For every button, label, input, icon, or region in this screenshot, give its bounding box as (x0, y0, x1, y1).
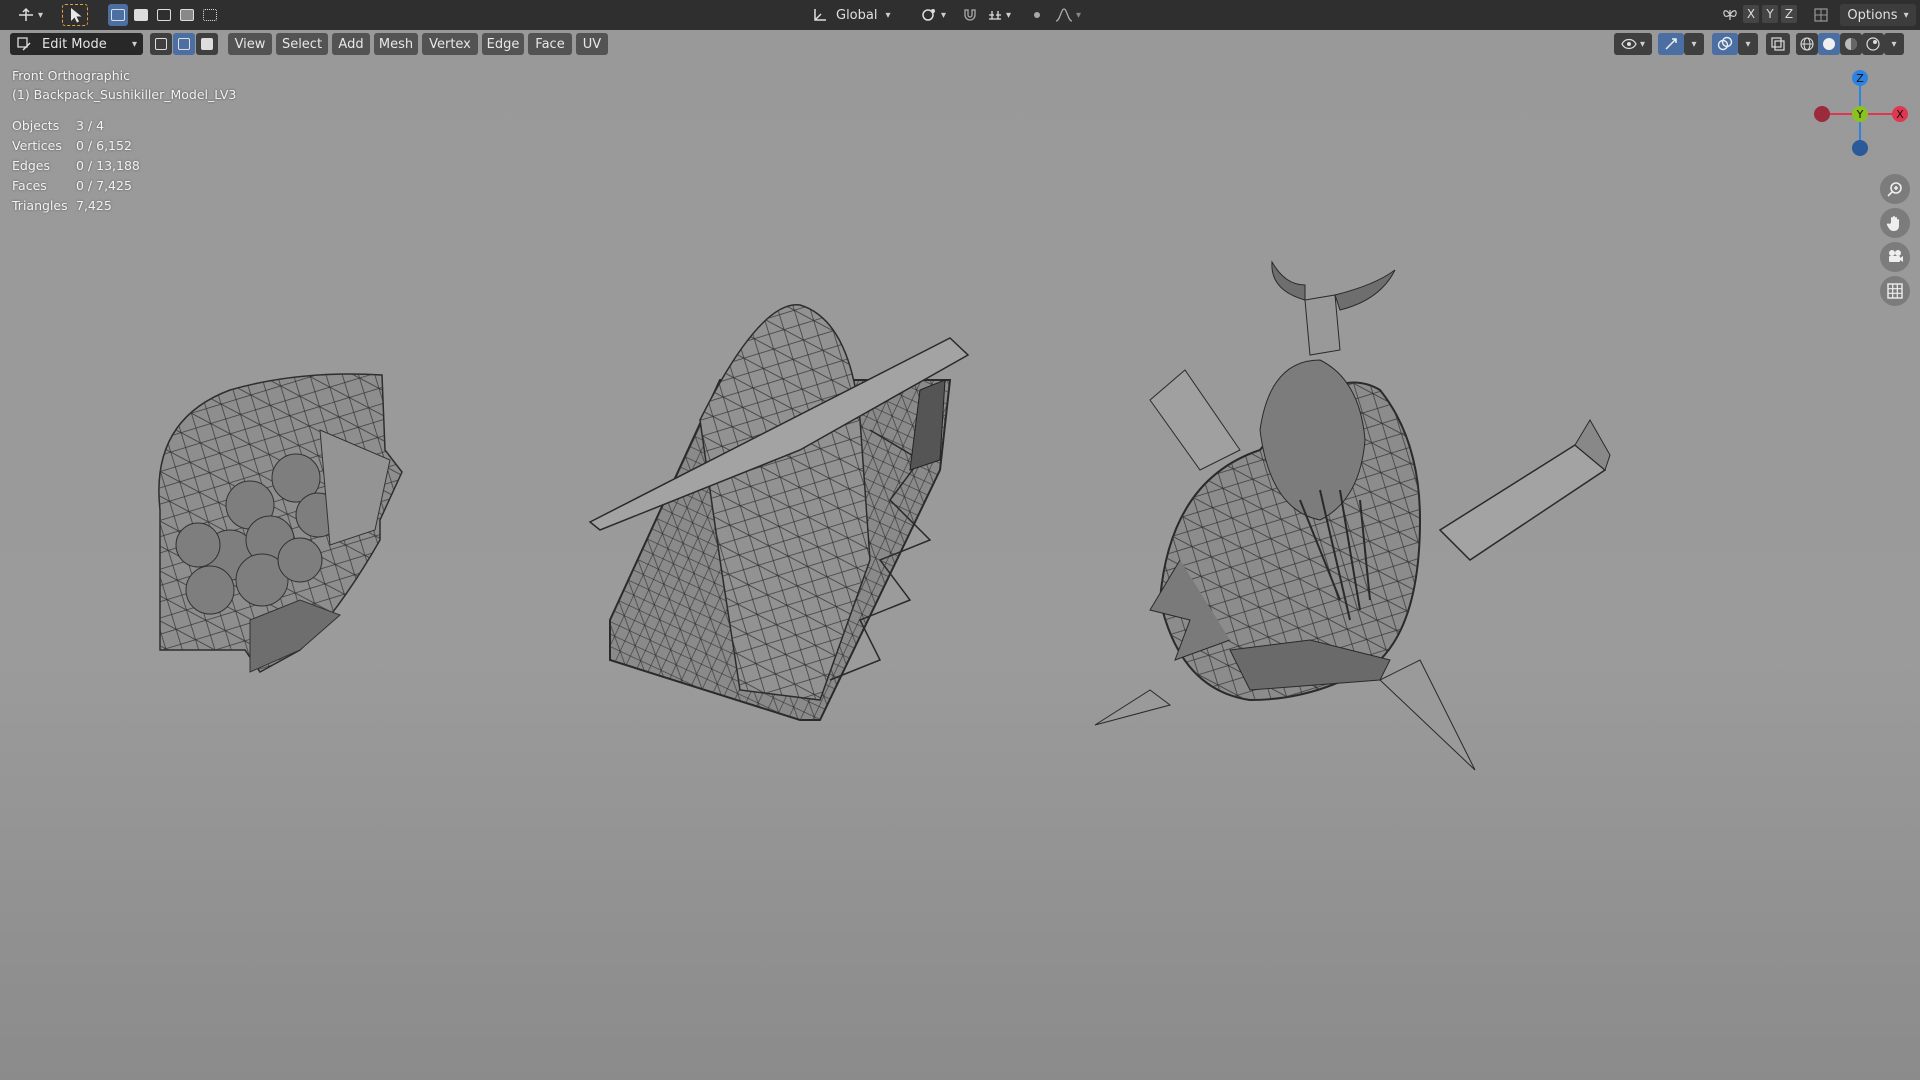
model-sushi-bowl[interactable] (158, 373, 403, 673)
scene-canvas (158, 260, 1611, 771)
axis-y-label: Y (1766, 7, 1774, 21)
mirror-options-button[interactable] (1720, 4, 1740, 26)
falloff-curve-icon (1055, 8, 1073, 22)
orientation-dropdown[interactable]: Global ▾ (812, 4, 904, 26)
chevron-down-icon: ▾ (37, 9, 44, 21)
model-fish-board[interactable] (588, 304, 970, 721)
axis-x-label: X (1746, 7, 1756, 21)
mirror-z-toggle[interactable]: Z (1781, 5, 1797, 23)
select-subtract-button[interactable] (154, 4, 174, 26)
tool-header: ▾ Global ▾ ▾ ▾ ▾ X Y Z Options ▾ (0, 0, 1920, 31)
mirror-y-toggle[interactable]: Y (1762, 5, 1778, 23)
transform-icon (18, 7, 33, 21)
select-invert-icon (180, 9, 194, 21)
options-dropdown[interactable]: Options ▾ (1840, 4, 1916, 26)
snap-toggle[interactable] (958, 4, 982, 26)
orientation-icon (814, 9, 826, 21)
select-intersect-icon (203, 9, 217, 21)
chevron-down-icon: ▾ (1005, 9, 1012, 21)
select-tool-button[interactable] (62, 4, 88, 26)
select-extend-icon (134, 9, 148, 21)
select-cursor-icon (71, 8, 82, 23)
orientation-label: Global (836, 7, 878, 23)
options-label: Options (1847, 7, 1898, 23)
mirror-x-toggle[interactable]: X (1743, 5, 1759, 23)
pivot-point-dropdown[interactable]: ▾ (916, 4, 950, 26)
select-invert-button[interactable] (177, 4, 197, 26)
pivot-icon (922, 9, 935, 21)
chevron-down-icon: ▾ (1075, 9, 1082, 21)
snap-increment-icon (988, 11, 1001, 20)
chevron-down-icon: ▾ (940, 9, 947, 21)
select-extend-button[interactable] (131, 4, 151, 26)
topology-icon (1814, 8, 1828, 22)
snap-target-dropdown[interactable]: ▾ (982, 4, 1016, 26)
butterfly-icon (1723, 10, 1737, 20)
axis-z-label: Z (1784, 7, 1794, 21)
proportional-edit-icon (1034, 12, 1040, 18)
model-sushikiller-backpack[interactable] (1094, 260, 1611, 771)
topology-mirror-toggle[interactable] (1810, 4, 1832, 26)
transform-pivot-button[interactable]: ▾ (12, 4, 48, 26)
falloff-dropdown[interactable]: ▾ (1050, 4, 1086, 26)
3d-viewport[interactable]: Edit Mode ▾ View Select Add Mesh Vertex … (0, 30, 1920, 1080)
select-box-mode-button[interactable] (108, 4, 128, 26)
select-subtract-icon (157, 9, 171, 21)
chevron-down-icon: ▾ (1903, 9, 1909, 21)
chevron-down-icon: ▾ (885, 9, 891, 21)
select-intersect-button[interactable] (200, 4, 220, 26)
proportional-edit-toggle[interactable] (1026, 4, 1048, 26)
select-box-icon (111, 9, 125, 21)
magnet-icon (964, 9, 976, 21)
